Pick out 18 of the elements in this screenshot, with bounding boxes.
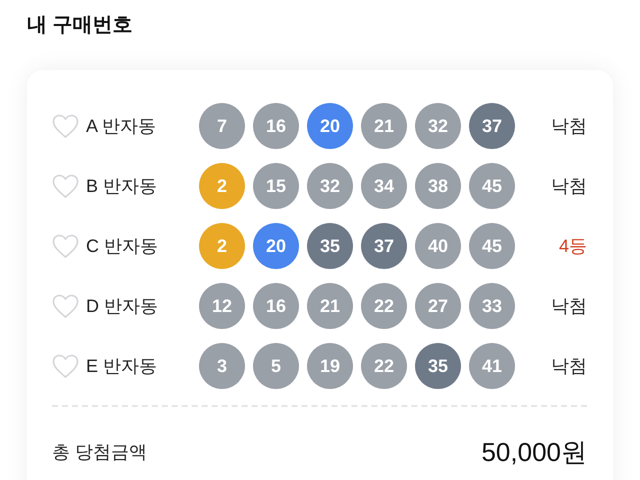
game-label: E 반자동 <box>86 354 158 378</box>
result-text: 낙첨 <box>551 354 587 378</box>
game-label: A 반자동 <box>86 114 156 138</box>
result-text: 4등 <box>558 234 587 258</box>
game-label: B 반자동 <box>86 174 158 198</box>
result-text: 낙첨 <box>551 294 587 318</box>
heart-icon[interactable] <box>52 234 79 258</box>
section-title: 내 구매번호 <box>27 13 134 38</box>
game-label: D 반자동 <box>86 294 158 318</box>
result-text: 낙첨 <box>551 174 587 198</box>
result-text: 낙첨 <box>551 114 587 138</box>
game-label: C 반자동 <box>86 234 158 258</box>
total-label: 총 당첨금액 <box>52 440 148 464</box>
total-amount: 50,000원 <box>481 437 587 467</box>
heart-icon[interactable] <box>52 174 79 198</box>
heart-icon[interactable] <box>52 354 79 378</box>
heart-icon[interactable] <box>52 294 79 318</box>
heart-icon[interactable] <box>52 114 79 138</box>
